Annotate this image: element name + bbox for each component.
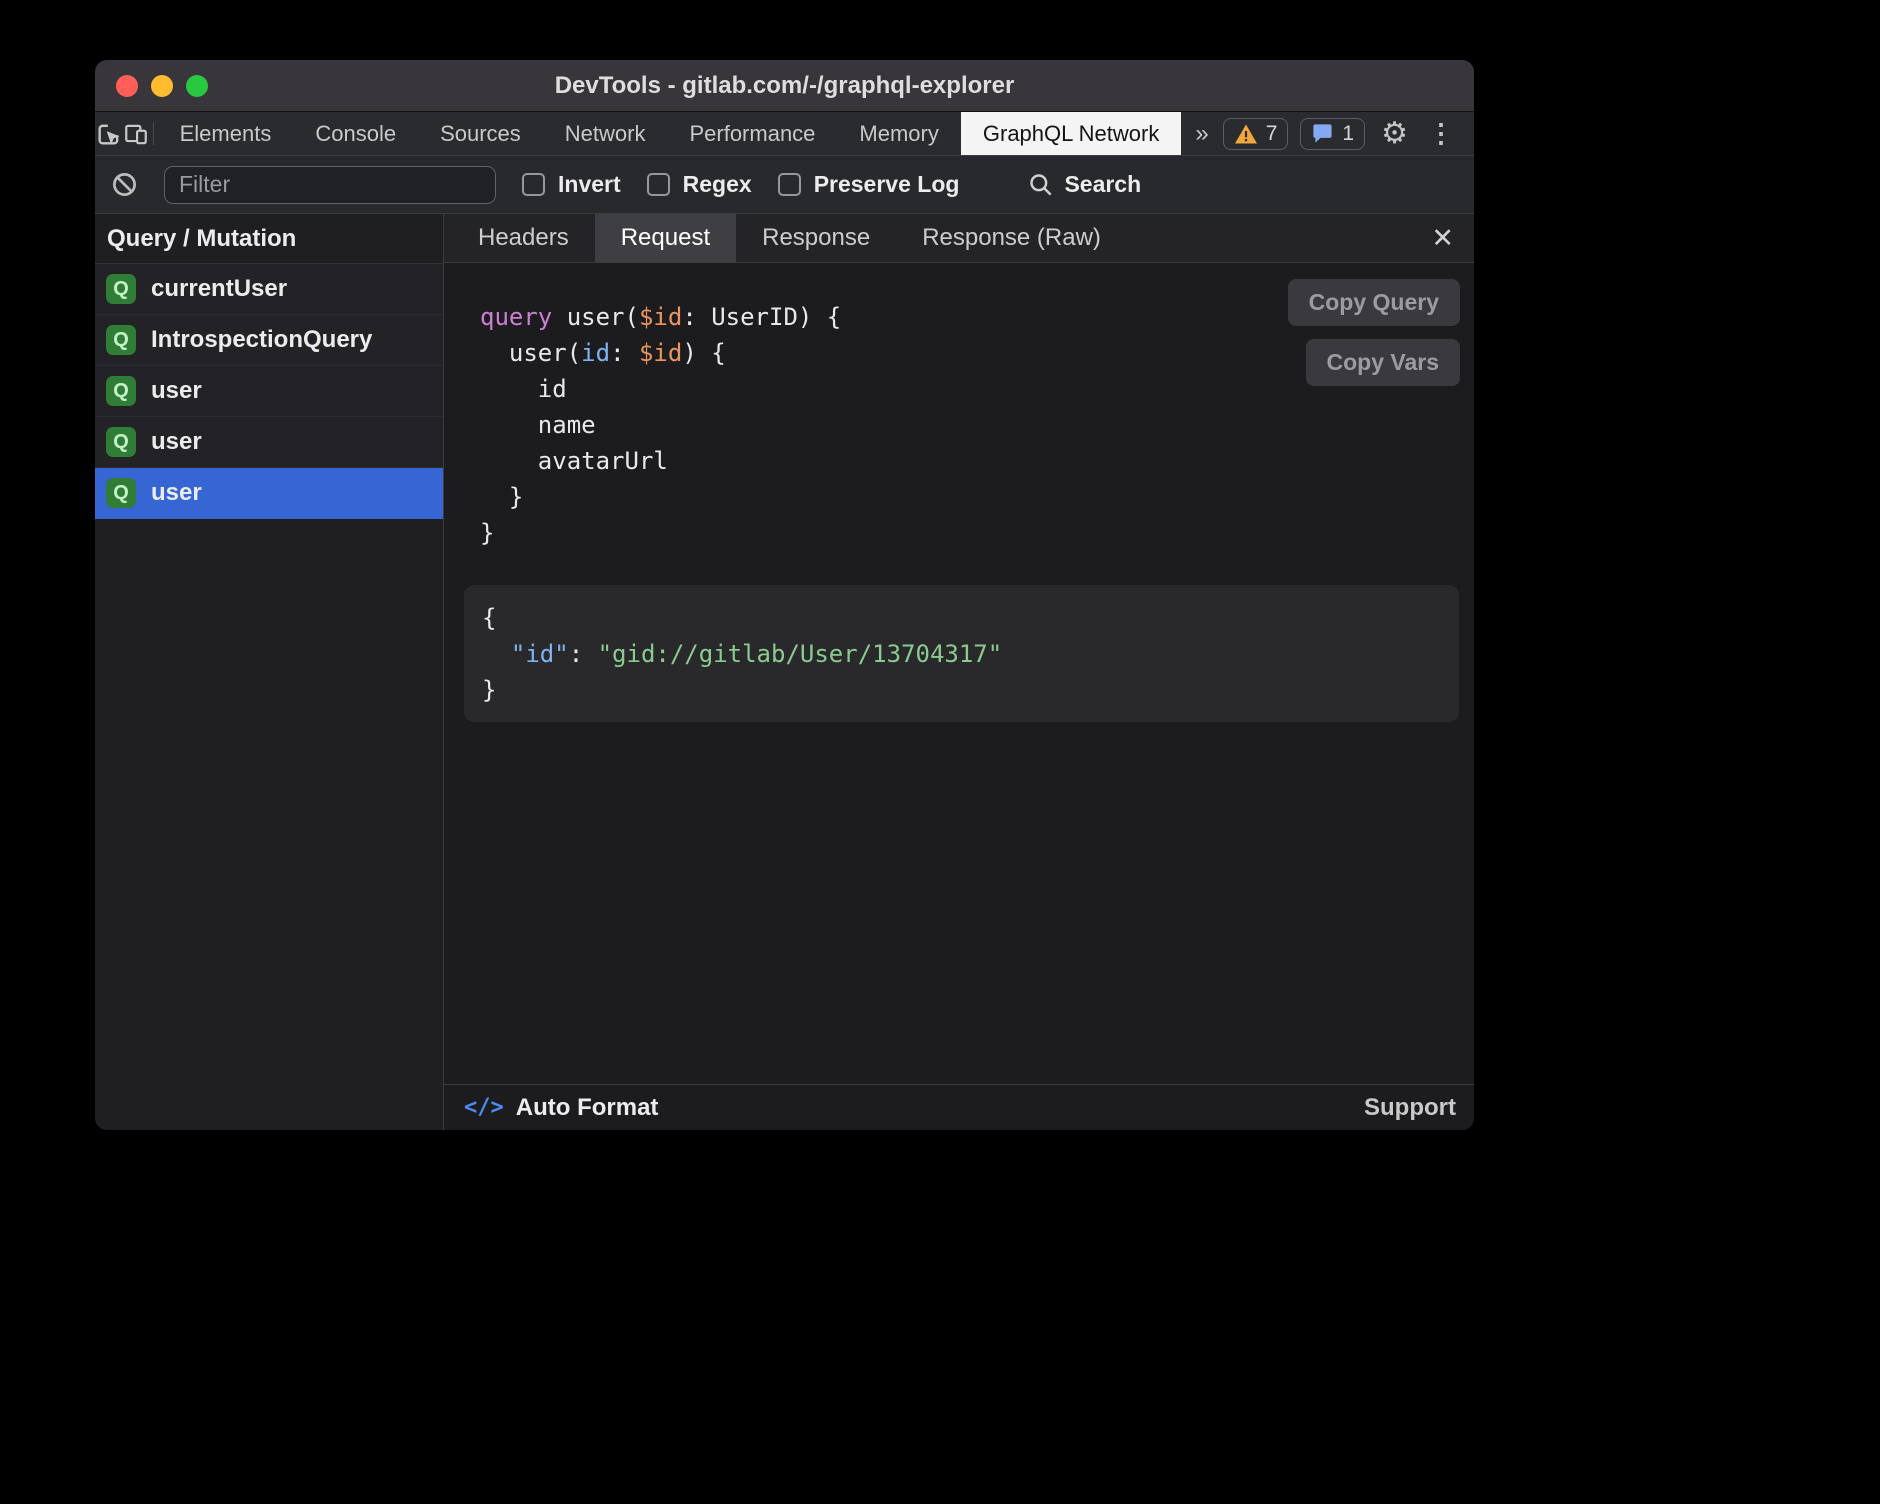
minimize-window-button[interactable] <box>151 75 173 97</box>
variables-code: { "id": "gid://gitlab/User/13704317"} <box>482 600 1441 708</box>
tab-request[interactable]: Request <box>595 214 736 262</box>
devtools-window: DevTools - gitlab.com/-/graphql-explorer… <box>95 60 1474 1130</box>
preserve-log-checkbox-group[interactable]: Preserve Log <box>778 171 960 198</box>
clear-block-icon[interactable] <box>111 171 138 198</box>
support-link[interactable]: Support <box>1364 1094 1456 1122</box>
query-type-badge: Q <box>106 376 136 406</box>
warning-icon <box>1234 123 1258 145</box>
preserve-log-label: Preserve Log <box>814 171 960 198</box>
query-list-item[interactable]: Q currentUser <box>95 264 443 315</box>
window-controls <box>116 60 208 111</box>
query-name: IntrospectionQuery <box>151 326 372 354</box>
query-name: currentUser <box>151 275 287 303</box>
query-name: user <box>151 428 202 456</box>
auto-format-button[interactable]: </> Auto Format <box>464 1094 658 1122</box>
query-list-panel: Query / Mutation Q currentUser Q Introsp… <box>95 214 444 1130</box>
detail-footer: </> Auto Format Support <box>444 1084 1474 1130</box>
devtools-tab-strip: Elements Console Sources Network Perform… <box>95 112 1474 156</box>
tab-response-raw[interactable]: Response (Raw) <box>896 214 1127 262</box>
invert-label: Invert <box>558 171 621 198</box>
tab-response[interactable]: Response <box>736 214 896 262</box>
auto-format-label: Auto Format <box>516 1094 659 1122</box>
query-name: user <box>151 479 202 507</box>
titlebar: DevTools - gitlab.com/-/graphql-explorer <box>95 60 1474 112</box>
code-line: } <box>480 479 1459 515</box>
search-icon <box>1027 171 1054 198</box>
filter-toolbar: Invert Regex Preserve Log Search <box>95 156 1474 214</box>
devtools-tab-console[interactable]: Console <box>293 112 418 155</box>
devtools-tab-graphql-network[interactable]: GraphQL Network <box>961 112 1181 155</box>
devtools-tab-memory[interactable]: Memory <box>837 112 960 155</box>
device-toolbar-icon[interactable] <box>123 112 149 155</box>
request-body: Copy Query Copy Vars query user($id: Use… <box>444 263 1474 1084</box>
search-control[interactable]: Search <box>1027 171 1141 198</box>
search-label: Search <box>1064 171 1141 198</box>
variables-panel: { "id": "gid://gitlab/User/13704317"} <box>464 585 1459 722</box>
devtools-tab-network[interactable]: Network <box>543 112 668 155</box>
request-detail-panel: Headers Request Response Response (Raw) … <box>444 214 1474 1130</box>
code-line: } <box>482 672 1441 708</box>
filter-input[interactable] <box>164 166 496 204</box>
query-name: user <box>151 377 202 405</box>
devtools-tab-sources[interactable]: Sources <box>418 112 543 155</box>
query-type-badge: Q <box>106 478 136 508</box>
invert-checkbox[interactable] <box>522 173 545 196</box>
inspect-element-icon[interactable] <box>95 112 123 155</box>
detail-tab-strip: Headers Request Response Response (Raw) … <box>444 214 1474 263</box>
regex-checkbox[interactable] <box>647 173 670 196</box>
divider <box>153 122 154 145</box>
query-list-item[interactable]: Q IntrospectionQuery <box>95 315 443 366</box>
query-list-header: Query / Mutation <box>95 214 443 264</box>
message-icon <box>1311 122 1334 145</box>
code-brackets-icon: </> <box>464 1095 504 1120</box>
maximize-window-button[interactable] <box>186 75 208 97</box>
warnings-count: 7 <box>1266 122 1278 146</box>
settings-gear-icon[interactable]: ⚙ <box>1377 116 1412 151</box>
devtools-tab-performance[interactable]: Performance <box>667 112 837 155</box>
regex-label: Regex <box>683 171 752 198</box>
query-type-badge: Q <box>106 427 136 457</box>
close-window-button[interactable] <box>116 75 138 97</box>
invert-checkbox-group[interactable]: Invert <box>522 171 621 198</box>
copy-actions: Copy Query Copy Vars <box>1288 279 1460 386</box>
main-split: Query / Mutation Q currentUser Q Introsp… <box>95 214 1474 1130</box>
warnings-badge[interactable]: 7 <box>1223 118 1289 150</box>
tab-headers[interactable]: Headers <box>452 214 595 262</box>
code-line: avatarUrl <box>480 443 1459 479</box>
query-list-item-selected[interactable]: Q user <box>95 468 443 519</box>
copy-vars-button[interactable]: Copy Vars <box>1306 339 1461 386</box>
copy-query-button[interactable]: Copy Query <box>1288 279 1460 326</box>
code-line: } <box>480 515 1459 551</box>
query-list-item[interactable]: Q user <box>95 366 443 417</box>
query-type-badge: Q <box>106 274 136 304</box>
preserve-log-checkbox[interactable] <box>778 173 801 196</box>
code-line: "id": "gid://gitlab/User/13704317" <box>482 636 1441 672</box>
more-tabs-chevron[interactable]: » <box>1181 112 1222 155</box>
kebab-menu-icon[interactable]: ⋮ <box>1424 118 1458 149</box>
code-line: { <box>482 600 1441 636</box>
query-list-item[interactable]: Q user <box>95 417 443 468</box>
issues-badge[interactable]: 1 <box>1300 118 1365 150</box>
window-title: DevTools - gitlab.com/-/graphql-explorer <box>555 72 1015 100</box>
devtools-tab-elements[interactable]: Elements <box>158 112 294 155</box>
issues-count: 1 <box>1342 122 1354 146</box>
close-icon[interactable]: ✕ <box>1431 214 1454 262</box>
query-type-badge: Q <box>106 325 136 355</box>
code-line: name <box>480 407 1459 443</box>
devtools-toolbar-right: 7 1 ⚙ ⋮ <box>1223 112 1474 155</box>
regex-checkbox-group[interactable]: Regex <box>647 171 752 198</box>
